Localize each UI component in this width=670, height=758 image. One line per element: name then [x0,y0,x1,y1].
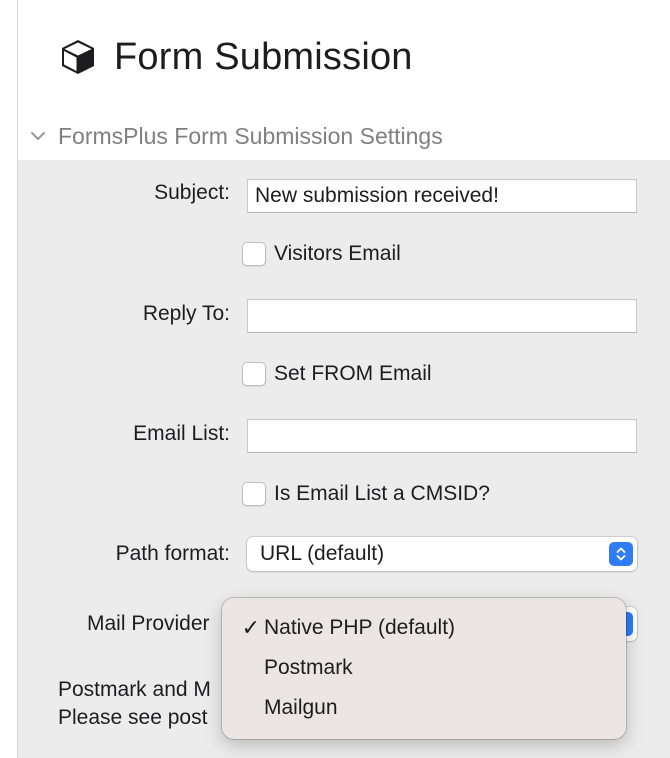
cube-icon [62,40,94,74]
visitors-email-option[interactable]: Visitors Email [242,240,401,268]
set-from-email-label: Set FROM Email [274,362,432,385]
page-title: Form Submission [114,35,413,78]
mail-provider-label: Mail Provider [87,612,210,635]
menu-item-native-php[interactable]: ✓ Native PHP (default) [222,608,626,648]
page-header: Form Submission [58,35,413,79]
subject-field[interactable]: New submission received! [247,179,637,213]
visitors-email-checkbox[interactable] [242,242,266,266]
subject-label: Subject: [154,181,230,204]
set-from-email-option[interactable]: Set FROM Email [242,360,432,388]
path-format-popup[interactable]: URL (default) [247,537,637,571]
reply-to-label: Reply To: [142,302,230,325]
provider-note-line-2: Please see post [58,706,208,729]
chevron-down-icon [31,132,45,140]
section-title: FormsPlus Form Submission Settings [58,122,443,149]
checkmark-icon: ✓ [241,615,260,640]
menu-item-label: Postmark [264,656,353,679]
up-down-chevron-icon[interactable] [609,542,633,566]
visitors-email-label: Visitors Email [274,242,401,265]
cmsid-option[interactable]: Is Email List a CMSID? [242,480,490,508]
menu-item-postmark[interactable]: Postmark [222,648,626,688]
menu-item-label: Native PHP (default) [264,616,456,639]
set-from-email-checkbox[interactable] [242,362,266,386]
reply-to-field[interactable] [247,299,637,333]
menu-item-label: Mailgun [264,696,338,719]
provider-note-line-1: Postmark and M [58,678,211,701]
email-list-field[interactable] [247,419,637,453]
menu-item-mailgun[interactable]: Mailgun [222,688,626,728]
path-format-value: URL (default) [260,542,385,565]
section-disclosure[interactable]: FormsPlus Form Submission Settings [28,120,443,152]
inspector-page: Form Submission FormsPlus Form Submissio… [0,0,670,758]
mail-provider-menu: ✓ Native PHP (default) Postmark Mailgun [222,598,626,739]
cmsid-checkbox[interactable] [242,482,266,506]
path-format-label: Path format: [115,542,230,565]
cmsid-label: Is Email List a CMSID? [274,482,490,505]
email-list-label: Email List: [133,422,230,445]
